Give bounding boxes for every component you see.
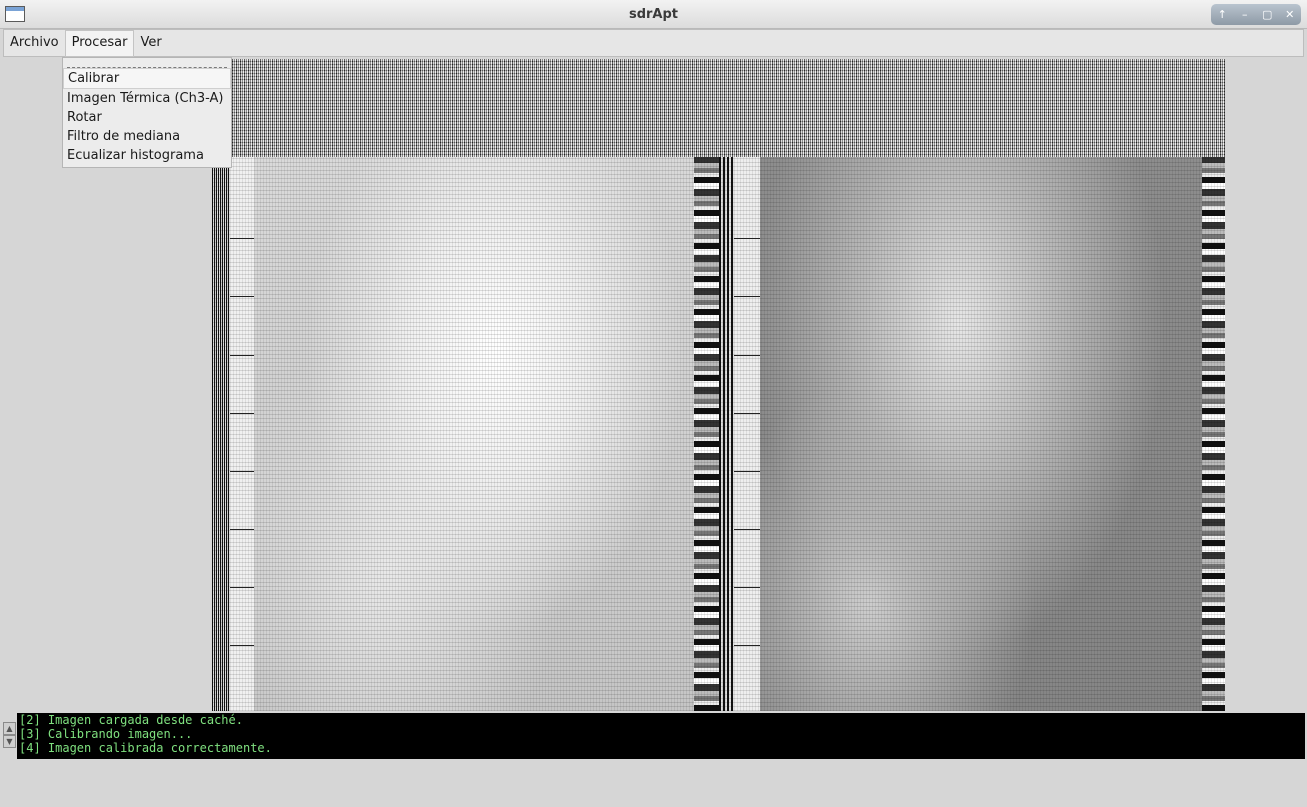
minute-marker [734,645,760,646]
window-title: sdrApt [628,7,679,22]
telemetry-b-wedges [1202,157,1225,711]
menu-bar: Archivo Procesar Ver [3,29,1304,57]
log-line: [3] Calibrando imagen... [19,727,193,741]
space-view-b [734,157,760,711]
minute-marker [734,587,760,588]
log-line: [4] Imagen calibrada correctamente. [19,741,272,755]
menuitem-rotar[interactable]: Rotar [63,108,231,127]
minute-marker [734,355,760,356]
menu-procesar[interactable]: Procesar [64,29,135,57]
minute-marker [734,471,760,472]
console-scrollbar[interactable]: ▲ ▼ [3,722,16,749]
minute-marker [230,529,254,530]
close-icon[interactable]: ✕ [1281,7,1299,23]
title-bar: sdrApt ↑ – ▢ ✕ [0,0,1307,29]
minute-marker [230,296,254,297]
menu-ver[interactable]: Ver [134,30,167,56]
telemetry-a-wedges [694,157,719,711]
satellite-image[interactable] [212,59,1225,711]
minute-marker [734,413,760,414]
scroll-down-icon[interactable]: ▼ [3,735,16,748]
minimize-icon[interactable]: – [1236,7,1254,23]
minute-marker [734,238,760,239]
minute-marker [230,238,254,239]
maximize-icon[interactable]: ▢ [1258,7,1276,23]
log-console[interactable]: [2] Imagen cargada desde caché. [3] Cali… [17,713,1305,759]
space-view-a [230,157,254,711]
tearoff-line[interactable] [67,61,227,68]
keep-above-icon[interactable]: ↑ [1213,7,1231,23]
channel-a-image [254,157,694,711]
menuitem-imagen-termica[interactable]: Imagen Térmica (Ch3-A) [63,89,231,108]
image-noise-band [212,59,1225,157]
minute-marker [230,471,254,472]
menu-archivo[interactable]: Archivo [4,30,65,56]
minute-marker [734,529,760,530]
channel-b-image [760,157,1202,711]
procesar-dropdown: Calibrar Imagen Térmica (Ch3-A) Rotar Fi… [62,57,232,168]
minute-marker [230,355,254,356]
scroll-up-icon[interactable]: ▲ [3,722,16,735]
menuitem-calibrar[interactable]: Calibrar [63,68,231,89]
minute-marker [230,645,254,646]
minute-marker [230,413,254,414]
menuitem-filtro-mediana[interactable]: Filtro de mediana [63,127,231,146]
minute-marker [230,587,254,588]
sync-b-stripes [719,157,734,711]
minute-marker [734,296,760,297]
menuitem-ecualizar-histograma[interactable]: Ecualizar histograma [63,146,231,165]
window-controls: ↑ – ▢ ✕ [1211,4,1301,25]
sync-a-stripes [212,157,230,711]
log-line: [2] Imagen cargada desde caché. [19,713,243,727]
